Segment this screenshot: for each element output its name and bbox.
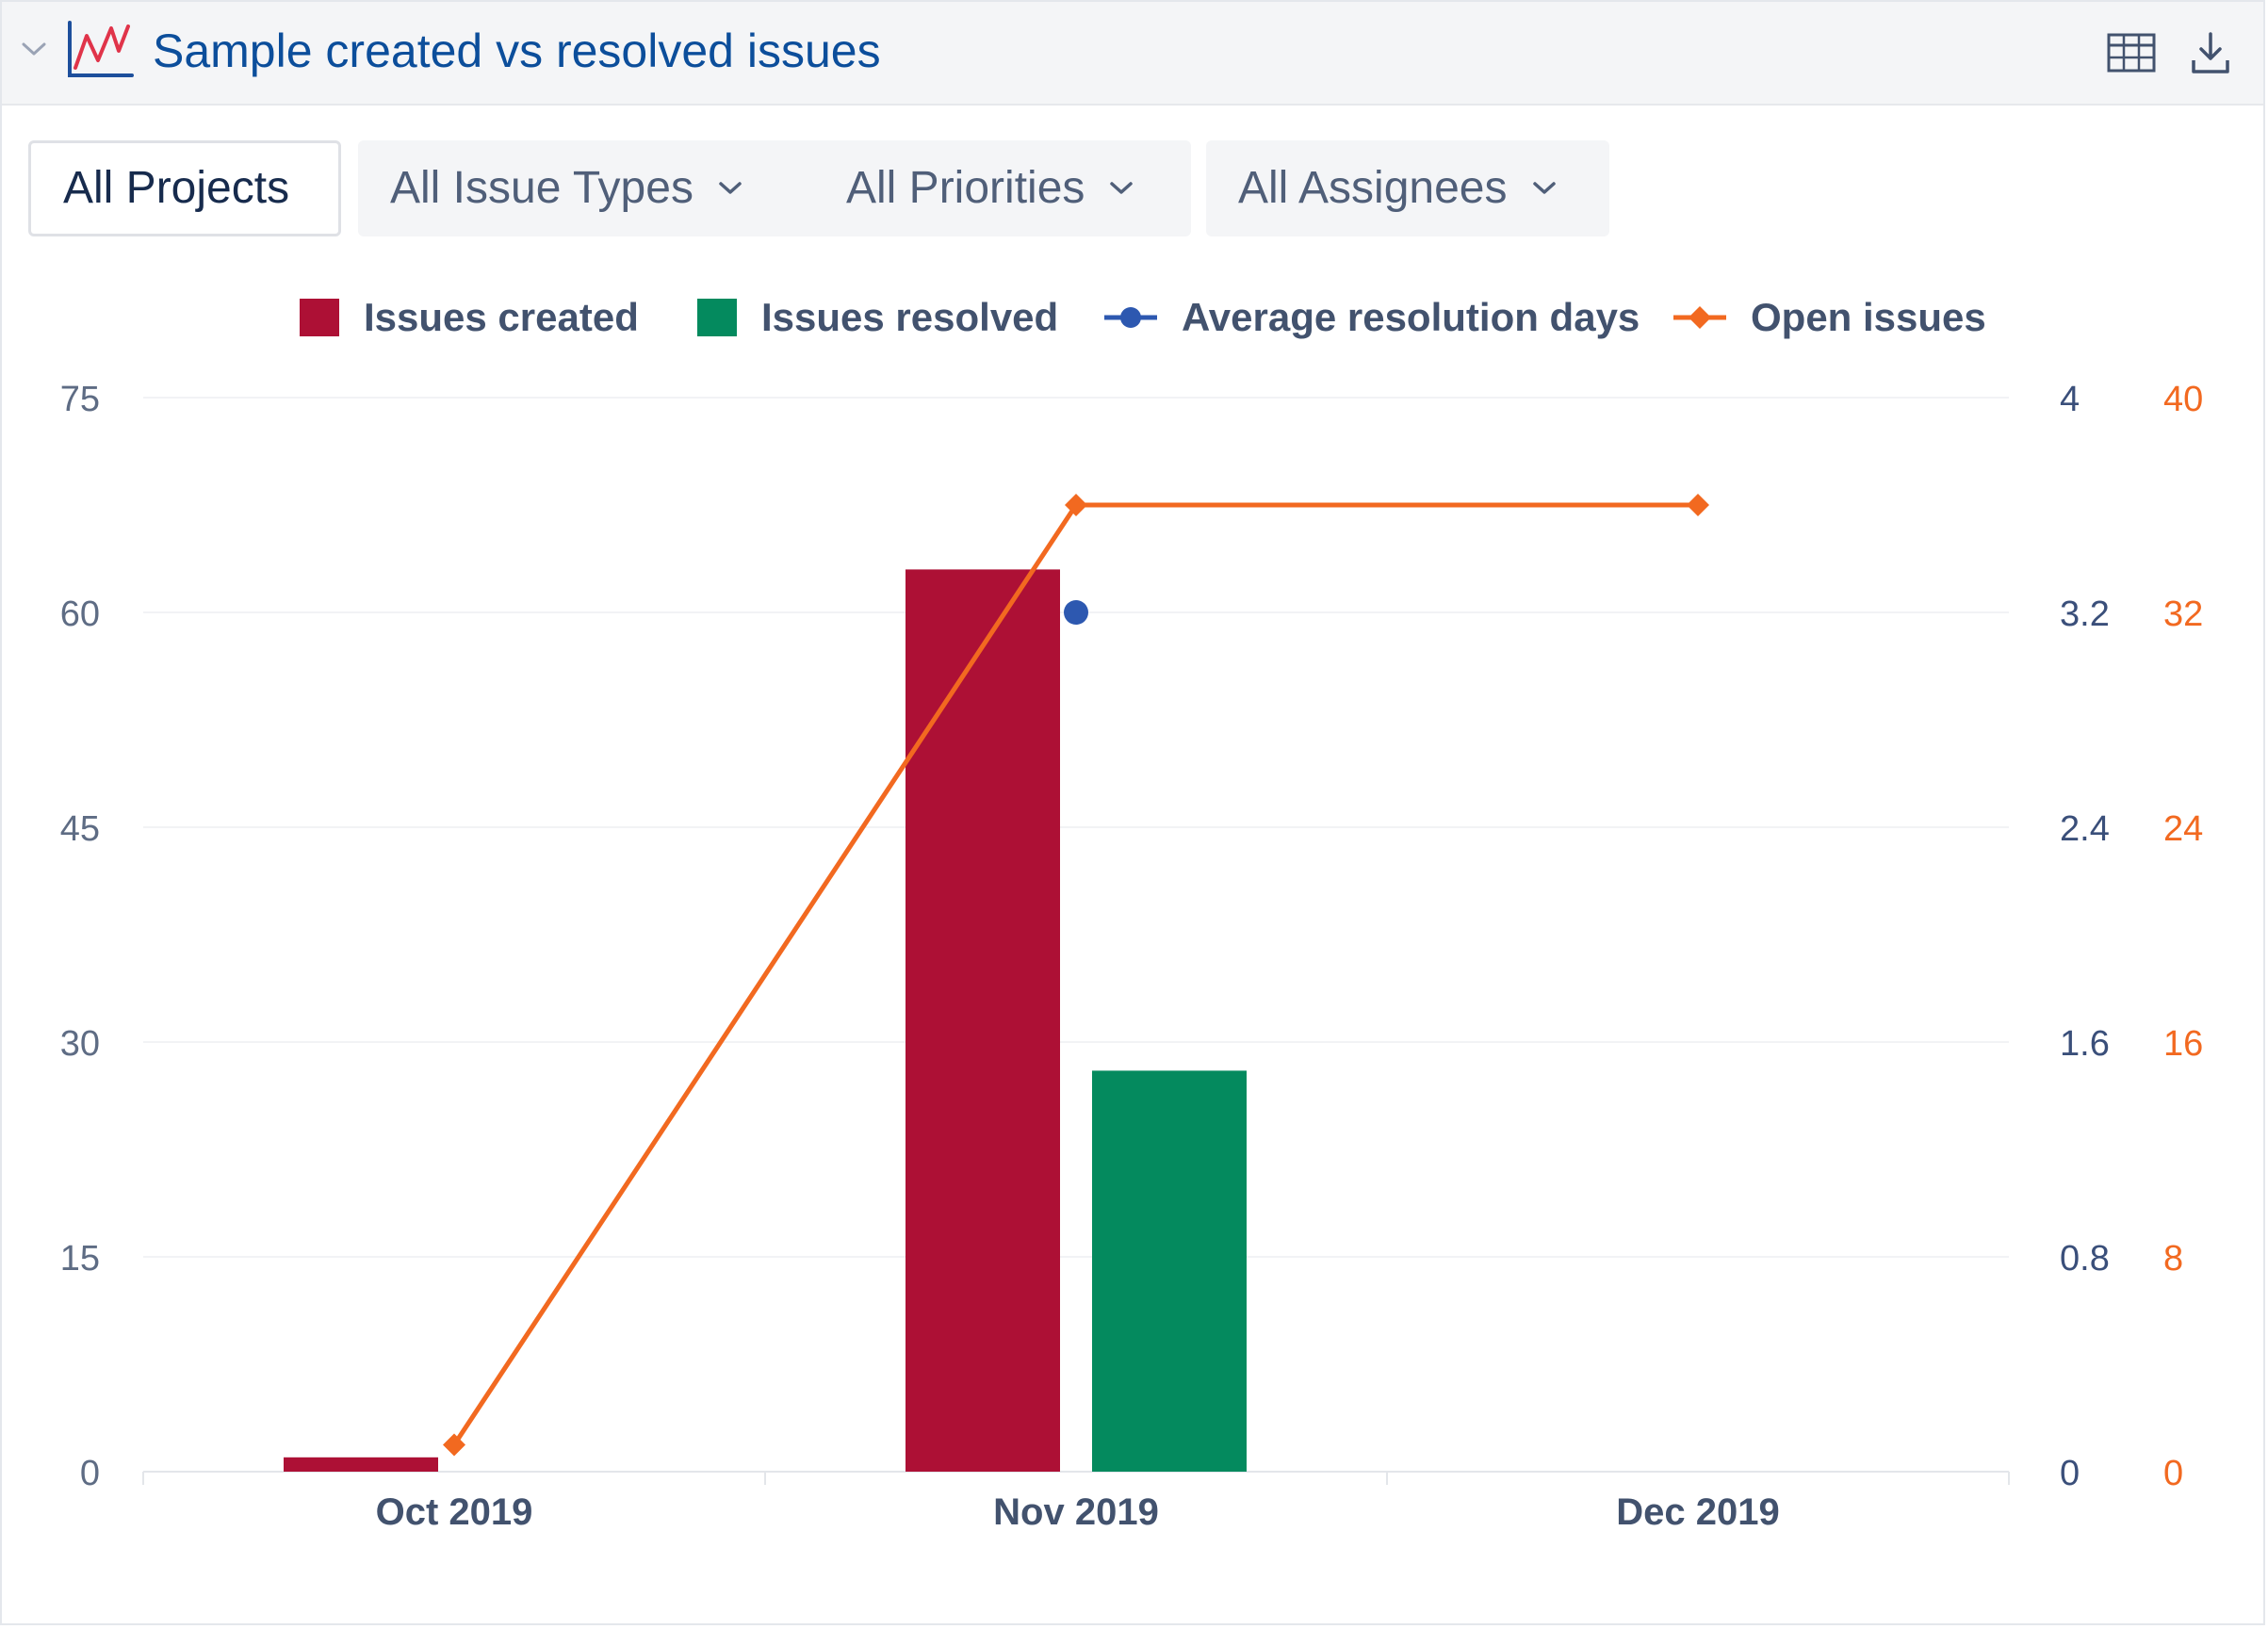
y-right-tick-label: 24	[2163, 809, 2203, 849]
y-right-tick-label: 4	[2060, 380, 2080, 419]
series-line	[451, 502, 1698, 1446]
x-tick-label: Oct 2019	[376, 1491, 533, 1533]
y-right-tick-label: 1.6	[2060, 1024, 2110, 1064]
x-tick-label: Dec 2019	[1616, 1491, 1779, 1533]
y-right-tick-label: 0.8	[2060, 1239, 2110, 1279]
y-right-tick-label: 16	[2163, 1024, 2203, 1064]
y-right-tick-label: 0	[2060, 1454, 2080, 1493]
line-point	[1687, 494, 1709, 516]
y-right-tick-label: 32	[2163, 595, 2203, 634]
bar	[1092, 1070, 1247, 1472]
y-right-tick-label: 0	[2163, 1454, 2183, 1493]
y-left-tick-label: 0	[80, 1454, 100, 1493]
y-left-tick-label: 75	[60, 380, 100, 419]
y-right-tick-label: 40	[2163, 380, 2203, 419]
y-left-tick-label: 30	[60, 1024, 100, 1064]
y-left-tick-label: 15	[60, 1239, 100, 1279]
y-left-tick-label: 60	[60, 595, 100, 634]
chart-widget: Sample created vs resolved issues All Pr…	[0, 0, 2265, 1625]
y-right-tick-label: 3.2	[2060, 595, 2110, 634]
y-left-tick-label: 45	[60, 809, 100, 849]
chart-plot: 0 15 30 45 60 75 0 0.8 1.6 2.4 3.2 4 0 8 16 24 32 40 Oc…	[60, 380, 2204, 1533]
y-right-tick-label: 2.4	[2060, 809, 2110, 849]
scatter-point	[1064, 600, 1088, 625]
x-tick-label: Nov 2019	[993, 1491, 1159, 1533]
y-right-tick-label: 8	[2163, 1239, 2183, 1279]
bar	[284, 1457, 438, 1472]
bar	[906, 569, 1060, 1472]
